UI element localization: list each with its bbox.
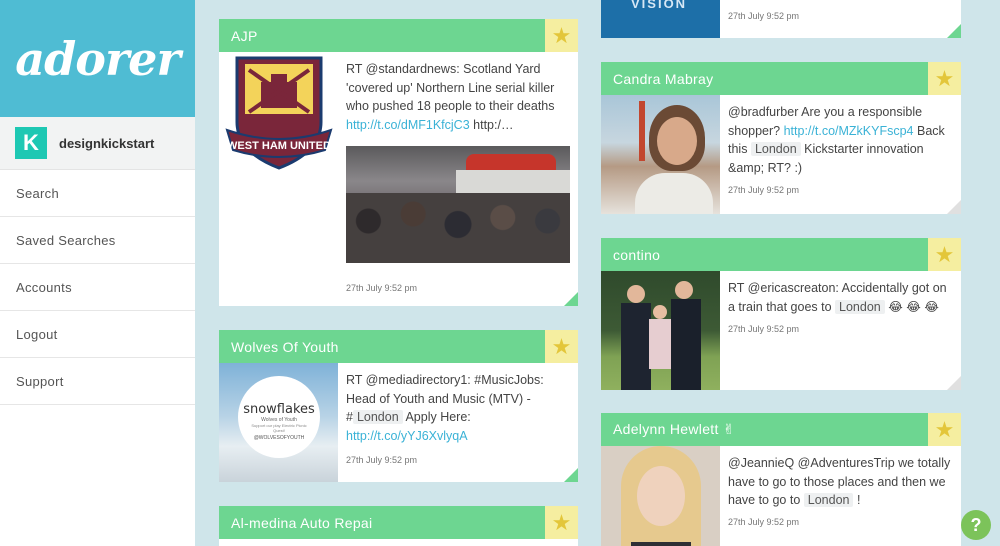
card-header: Wolves Of Youth ★ — [219, 330, 578, 363]
corner-marker — [564, 292, 578, 306]
tweet-link[interactable]: http://t.co/MZkKYFscp4 — [784, 124, 914, 138]
tweet-card-contino: contino ★ RT @ericascreaton: Accidentall… — [601, 238, 961, 390]
tweet-link[interactable]: http://t.co/dMF1KfcjC3 — [346, 118, 470, 132]
card-author[interactable]: Candra Mabray — [613, 71, 713, 87]
tweet-card-adelynn: Adelynn Hewlett ✌ ★ @JeannieQ @Adventure… — [601, 413, 961, 546]
nav-search[interactable]: Search — [0, 170, 195, 217]
tweet-card-top: VISION 27th July 9:52 pm — [601, 0, 961, 38]
card-header: Al-medina Auto Repai ★ — [219, 506, 578, 539]
keyword-tag: London — [750, 142, 801, 156]
card-author[interactable]: Adelynn Hewlett ✌ — [613, 421, 735, 438]
star-icon[interactable]: ★ — [545, 330, 578, 363]
nav-accounts[interactable]: Accounts — [0, 264, 195, 311]
corner-marker — [947, 200, 961, 214]
tweet-card-wolves: Wolves Of Youth ★ snowflakes Wolves of Y… — [219, 330, 578, 482]
card-header: AJP ★ — [219, 19, 578, 52]
keyword-tag: London — [835, 299, 885, 314]
logo-text: adorer — [15, 31, 180, 86]
account-switcher[interactable]: K designkickstart — [0, 117, 195, 170]
star-icon[interactable]: ★ — [545, 506, 578, 539]
card-author[interactable]: AJP — [231, 28, 258, 44]
card-author[interactable]: contino — [613, 247, 660, 263]
keyword-tag: London — [352, 410, 403, 424]
author-avatar: snowflakes Wolves of Youth Support our p… — [219, 363, 338, 482]
keyword-tag: London — [803, 493, 854, 507]
help-button[interactable]: ? — [961, 510, 991, 540]
card-author[interactable]: Wolves Of Youth — [231, 339, 339, 355]
timestamp: 27th July 9:52 pm — [728, 517, 800, 527]
nav-support[interactable]: Support — [0, 358, 195, 405]
author-avatar: VISION — [601, 0, 720, 38]
tweet-link[interactable]: http://t.co/yYJ6XvlyqA — [346, 429, 468, 443]
tweet-text: RT @ericascreaton: Accidentally got on a… — [728, 281, 947, 314]
account-name: designkickstart — [59, 135, 155, 151]
star-icon[interactable]: ★ — [928, 238, 961, 271]
author-avatar — [601, 446, 720, 546]
corner-marker — [564, 468, 578, 482]
tweet-card-almedina: Al-medina Auto Repai ★ — [219, 506, 578, 546]
star-icon[interactable]: ★ — [928, 413, 961, 446]
logo[interactable]: adorer — [0, 0, 195, 117]
author-avatar — [601, 95, 720, 214]
tweet-text: RT @mediadirectory1: #MusicJobs: Head of… — [346, 373, 544, 443]
tweet-text: @bradfurber Are you a responsible shoppe… — [728, 105, 945, 175]
author-avatar: WEST HAM UNITED — [219, 52, 338, 171]
west-ham-crest-icon: WEST HAM UNITED — [225, 56, 333, 170]
tweet-card-candra: Candra Mabray ★ @bradfurber Are you a re… — [601, 62, 961, 214]
card-header: Candra Mabray ★ — [601, 62, 961, 95]
svg-text:WEST HAM UNITED: WEST HAM UNITED — [227, 140, 331, 152]
card-author[interactable]: Al-medina Auto Repai — [231, 515, 372, 531]
tweet-text: RT @standardnews: Scotland Yard 'covered… — [346, 62, 555, 132]
author-avatar — [601, 271, 720, 390]
account-avatar: K — [15, 127, 47, 159]
timestamp: 27th July 9:52 pm — [728, 11, 800, 21]
star-icon[interactable]: ★ — [928, 62, 961, 95]
corner-marker — [947, 376, 961, 390]
tweet-card-ajp: AJP ★ WEST HAM UNITED RT @standardnews: … — [219, 19, 578, 306]
card-header: Adelynn Hewlett ✌ ★ — [601, 413, 961, 446]
card-header: contino ★ — [601, 238, 961, 271]
timestamp: 27th July 9:52 pm — [346, 283, 418, 293]
timestamp: 27th July 9:52 pm — [728, 185, 800, 195]
timestamp: 27th July 9:52 pm — [346, 455, 418, 465]
nav-saved-searches[interactable]: Saved Searches — [0, 217, 195, 264]
sidebar: adorer K designkickstart Search Saved Se… — [0, 0, 195, 546]
tweet-media-image[interactable] — [346, 146, 570, 263]
timestamp: 27th July 9:52 pm — [728, 324, 800, 334]
star-icon[interactable]: ★ — [545, 19, 578, 52]
tweet-text: @JeannieQ @AdventuresTrip we totally hav… — [728, 456, 951, 507]
corner-marker — [947, 24, 961, 38]
nav-logout[interactable]: Logout — [0, 311, 195, 358]
